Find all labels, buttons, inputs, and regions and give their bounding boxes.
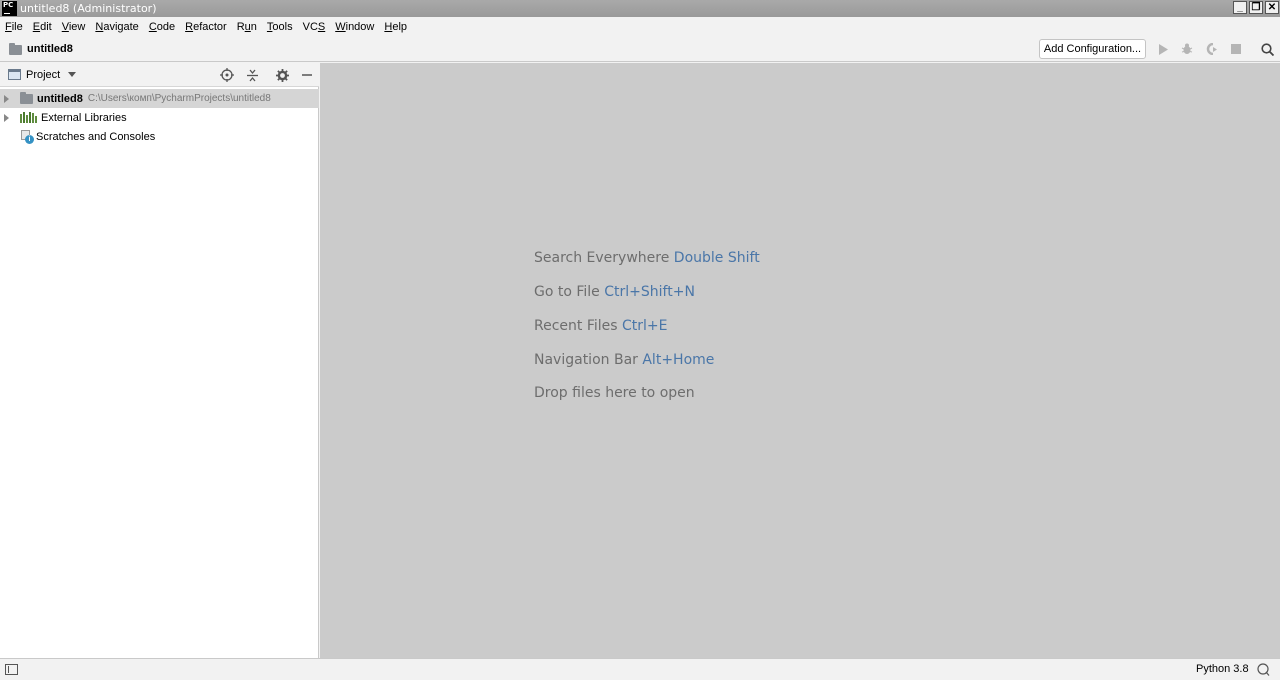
menu-code[interactable]: Code	[149, 21, 175, 33]
window-controls: _ ❐ ✕	[1233, 1, 1279, 14]
window-title: untitled8 (Administrator)	[20, 2, 157, 15]
hint-drop-files: Drop files here to open	[534, 385, 695, 401]
external-libraries-label: External Libraries	[41, 111, 127, 124]
hint-navigation-bar: Navigation Bar Alt+Home	[534, 352, 714, 368]
menu-window[interactable]: Window	[335, 21, 374, 33]
minimize-button[interactable]: _	[1233, 1, 1247, 14]
tree-item-external-libraries[interactable]: External Libraries	[0, 108, 319, 127]
menu-navigate[interactable]: Navigate	[95, 21, 138, 33]
project-root-name: untitled8	[37, 92, 83, 105]
scratches-icon: i	[20, 129, 34, 144]
folder-icon	[20, 91, 33, 104]
run-icon[interactable]	[1155, 41, 1171, 57]
chevron-down-icon[interactable]	[68, 72, 77, 77]
project-panel-header: Project	[0, 63, 319, 87]
hint-text: Search Everywhere	[534, 250, 670, 266]
navigation-bar: untitled8 Add Configuration...	[0, 36, 1280, 62]
hint-shortcut: Ctrl+Shift+N	[604, 284, 695, 300]
expand-arrow-icon[interactable]	[4, 114, 9, 122]
hint-text: Go to File	[534, 284, 600, 300]
editor-area[interactable]: Search Everywhere Double Shift Go to Fil…	[320, 63, 1280, 658]
menu-edit[interactable]: Edit	[33, 21, 52, 33]
status-bar: Python 3.8	[0, 658, 1280, 680]
menu-vcs[interactable]: VCS	[303, 21, 326, 33]
locate-icon[interactable]	[219, 67, 235, 83]
tool-windows-toggle-icon[interactable]	[5, 664, 18, 675]
search-icon[interactable]	[1259, 41, 1275, 57]
python-interpreter-selector[interactable]: Python 3.8	[1196, 663, 1249, 675]
hint-shortcut: Alt+Home	[642, 352, 715, 368]
menu-view[interactable]: View	[62, 21, 86, 33]
project-view-selector[interactable]: Project	[26, 69, 60, 81]
restore-button[interactable]: ❐	[1249, 1, 1263, 14]
breadcrumb-project[interactable]: untitled8	[27, 43, 73, 55]
menu-help[interactable]: Help	[384, 21, 407, 33]
project-root-path: C:\Users\комп\PycharmProjects\untitled8	[87, 93, 271, 104]
menu-bar: File Edit View Navigate Code Refactor Ru…	[0, 17, 1280, 36]
event-log-icon[interactable]	[1257, 663, 1270, 676]
hint-shortcut: Double Shift	[673, 250, 760, 266]
hint-search-everywhere: Search Everywhere Double Shift	[534, 250, 760, 266]
coverage-icon[interactable]	[1203, 41, 1219, 57]
title-bar: PC untitled8 (Administrator) _ ❐ ✕	[0, 0, 1280, 17]
hint-text: Recent Files	[534, 318, 618, 334]
hide-icon[interactable]	[299, 67, 315, 83]
hint-shortcut: Ctrl+E	[622, 318, 668, 334]
close-button[interactable]: ✕	[1265, 1, 1279, 14]
collapse-all-icon[interactable]	[244, 67, 260, 83]
tree-item-project-root[interactable]: untitled8 C:\Users\комп\PycharmProjects\…	[0, 89, 319, 108]
pycharm-logo-icon: PC	[2, 1, 17, 16]
library-icon	[20, 112, 37, 123]
hint-text: Navigation Bar	[534, 352, 638, 368]
stop-icon[interactable]	[1228, 41, 1244, 57]
menu-file[interactable]: File	[5, 21, 23, 33]
menu-run[interactable]: Run	[237, 21, 257, 33]
hint-recent-files: Recent Files Ctrl+E	[534, 318, 668, 334]
hint-text: Drop files here to open	[534, 385, 695, 401]
folder-icon	[9, 42, 22, 55]
project-view-icon	[8, 69, 21, 80]
debug-icon[interactable]	[1179, 41, 1195, 57]
menu-tools[interactable]: Tools	[267, 21, 293, 33]
scratches-label: Scratches and Consoles	[36, 130, 156, 143]
tree-item-scratches[interactable]: i Scratches and Consoles	[0, 127, 319, 146]
hint-go-to-file: Go to File Ctrl+Shift+N	[534, 284, 695, 300]
project-tree: untitled8 C:\Users\комп\PycharmProjects\…	[0, 87, 319, 658]
expand-arrow-icon[interactable]	[4, 95, 9, 103]
add-configuration-button[interactable]: Add Configuration...	[1039, 39, 1146, 59]
gear-icon[interactable]	[274, 67, 290, 83]
menu-refactor[interactable]: Refactor	[185, 21, 227, 33]
